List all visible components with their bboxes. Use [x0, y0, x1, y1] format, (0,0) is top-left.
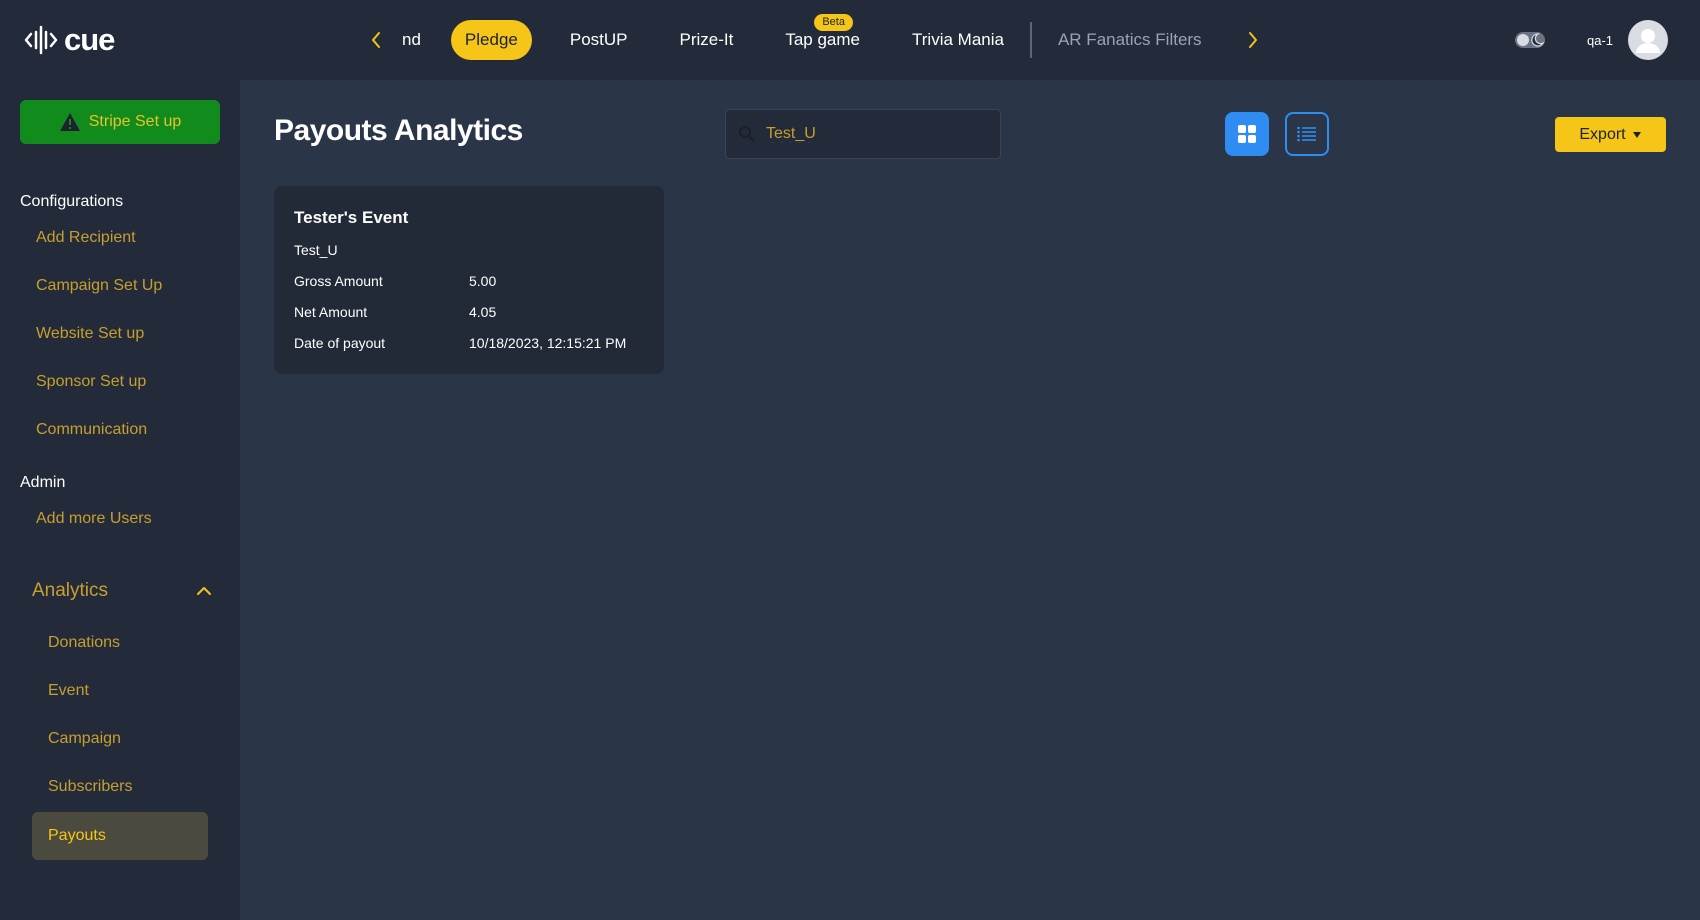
search-icon: [739, 126, 755, 142]
sidebar-item-subscribers[interactable]: Subscribers: [48, 778, 132, 796]
gross-amount-label: Gross Amount: [294, 273, 383, 289]
avatar[interactable]: [1628, 20, 1668, 60]
tab-pledge[interactable]: Pledge: [450, 20, 532, 60]
tab-ar-fanatics-filters[interactable]: AR Fanatics Filters: [1032, 20, 1228, 60]
analytics-heading: Analytics: [32, 580, 109, 601]
top-navbar: cue nd Pledge PostUP Prize-It Tap game B…: [0, 0, 1700, 80]
payout-card[interactable]: Tester's Event Test_U Gross Amount 5.00 …: [274, 186, 664, 374]
stripe-setup-label: Stripe Set up: [88, 113, 182, 130]
tab-tap-game[interactable]: Tap game Beta: [759, 14, 886, 60]
beta-badge: Beta: [814, 14, 853, 31]
logo-text: cue: [64, 22, 115, 57]
card-title: Tester's Event: [294, 208, 409, 227]
tab-postup[interactable]: PostUP: [544, 20, 654, 60]
sidebar-item-sponsor-set-up[interactable]: Sponsor Set up: [36, 373, 146, 391]
sidebar-item-add-recipient[interactable]: Add Recipient: [36, 229, 136, 247]
sidebar-item-website-set-up[interactable]: Website Set up: [36, 325, 144, 343]
search-input[interactable]: [766, 125, 986, 143]
user-name[interactable]: qa-1: [1587, 33, 1613, 48]
sidebar-item-payouts[interactable]: Payouts: [32, 812, 208, 860]
warning-icon: [59, 113, 80, 131]
list-icon: [1297, 126, 1316, 142]
soundwave-logo-icon: [24, 25, 58, 55]
page-title: Payouts Analytics: [274, 114, 523, 147]
sidebar-item-communication[interactable]: Communication: [36, 421, 147, 439]
export-label: Export: [1579, 125, 1626, 143]
net-amount-label: Net Amount: [294, 304, 368, 320]
user-avatar-icon: [1636, 29, 1660, 53]
card-subtitle: Test_U: [294, 242, 338, 258]
net-amount-value: 4.05: [469, 304, 497, 320]
tab-tap-game-label: Tap game: [785, 30, 861, 49]
search-box[interactable]: [725, 109, 1001, 159]
sidebar-item-add-more-users[interactable]: Add more Users: [36, 510, 152, 528]
sidebar-item-event[interactable]: Event: [48, 682, 89, 700]
date-of-payout-label: Date of payout: [294, 335, 386, 351]
stripe-setup-button[interactable]: Stripe Set up: [20, 100, 220, 144]
analytics-section-toggle[interactable]: Analytics: [32, 576, 212, 606]
grid-view-button[interactable]: [1225, 112, 1269, 156]
gross-amount-value: 5.00: [469, 273, 497, 289]
sidebar-item-campaign-set-up[interactable]: Campaign Set Up: [36, 277, 162, 295]
dark-mode-toggle-icon: [1515, 32, 1545, 48]
list-view-button[interactable]: [1285, 112, 1329, 156]
grid-icon: [1238, 125, 1256, 143]
caret-down-icon: [1632, 131, 1641, 138]
tab-nd[interactable]: nd: [394, 20, 439, 60]
date-of-payout-value: 10/18/2023, 12:15:21 PM: [469, 335, 627, 351]
theme-toggle[interactable]: [1514, 30, 1546, 55]
nav-tabs: nd Pledge PostUP Prize-It Tap game Beta …: [394, 14, 1228, 60]
sidebar-item-donations[interactable]: Donations: [48, 634, 120, 652]
nav-next-arrow[interactable]: [1241, 26, 1265, 54]
chevron-up-icon: [197, 587, 211, 595]
chevron-left-icon: [372, 32, 380, 48]
export-button[interactable]: Export: [1555, 117, 1666, 152]
nav-prev-arrow[interactable]: [364, 26, 388, 54]
sidebar: Stripe Set up Configurations Add Recipie…: [0, 80, 240, 920]
sidebar-item-campaign[interactable]: Campaign: [48, 730, 121, 748]
configurations-heading: Configurations: [20, 193, 124, 210]
chevron-right-icon: [1249, 32, 1257, 48]
tab-trivia-mania[interactable]: Trivia Mania: [886, 20, 1030, 60]
tab-prize-it[interactable]: Prize-It: [654, 20, 760, 60]
admin-heading: Admin: [20, 474, 66, 491]
cue-logo[interactable]: cue: [24, 22, 115, 58]
